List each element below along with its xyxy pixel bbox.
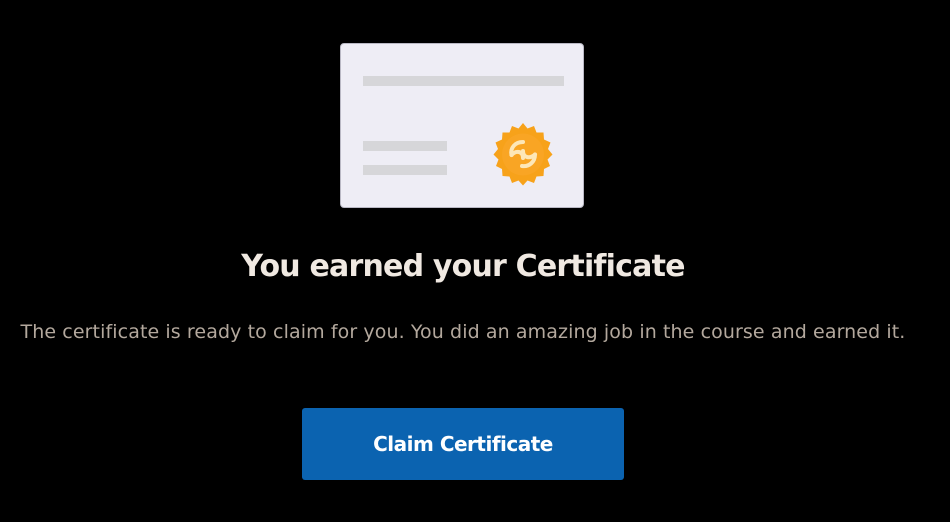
certificate-text-line — [363, 165, 447, 175]
certificate-illustration — [340, 43, 584, 208]
claim-certificate-button[interactable]: Claim Certificate — [302, 408, 624, 480]
page-title: You earned your Certificate — [241, 249, 685, 284]
certificate-text-line — [363, 141, 447, 151]
certificate-heading-line — [363, 76, 564, 86]
award-seal-icon — [493, 123, 553, 186]
certificate-description: The certificate is ready to claim for yo… — [20, 321, 906, 343]
